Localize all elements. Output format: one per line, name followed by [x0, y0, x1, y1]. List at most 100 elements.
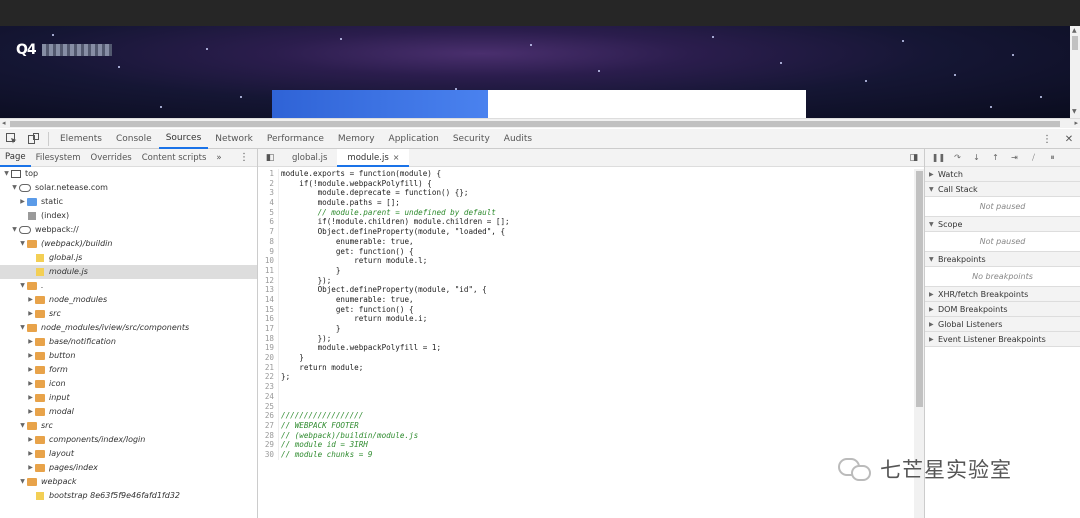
tree-item[interactable]: ▶ src: [0, 307, 257, 321]
nav-tab-overrides[interactable]: Overrides: [86, 149, 137, 167]
tree-item[interactable]: ▶ components/index/login: [0, 433, 257, 447]
pane-watch[interactable]: ▶ Watch: [925, 167, 1080, 182]
expand-down-icon[interactable]: ▼: [18, 237, 27, 251]
tree-item[interactable]: ▶ modal: [0, 405, 257, 419]
expand-right-icon[interactable]: ▶: [26, 363, 35, 377]
expand-down-icon[interactable]: ▼: [10, 181, 19, 195]
expand-right-icon[interactable]: ▶: [26, 377, 35, 391]
expand-down-icon[interactable]: ▼: [18, 419, 27, 433]
line-number[interactable]: 1: [258, 169, 278, 179]
line-number[interactable]: 10: [258, 256, 278, 266]
line-number[interactable]: 6: [258, 217, 278, 227]
line-number[interactable]: 21: [258, 363, 278, 373]
tree-item[interactable]: ▼.: [0, 279, 257, 293]
tree-item[interactable]: (index): [0, 209, 257, 223]
expand-right-icon[interactable]: ▶: [26, 405, 35, 419]
code-content[interactable]: 1 module.exports = function(module) {2 if…: [258, 169, 914, 518]
step-out-icon[interactable]: ↑: [986, 153, 1005, 162]
tree-item[interactable]: ▶ button: [0, 349, 257, 363]
tree-item[interactable]: ▶ node_modules: [0, 293, 257, 307]
line-number[interactable]: 8: [258, 237, 278, 247]
navigator-menu-icon[interactable]: ⋮: [239, 149, 249, 167]
tab-security[interactable]: Security: [446, 129, 497, 149]
line-number[interactable]: 18: [258, 334, 278, 344]
line-number[interactable]: 26: [258, 411, 278, 421]
line-number[interactable]: 27: [258, 421, 278, 431]
device-toolbar-icon[interactable]: [22, 129, 44, 149]
pause-on-exceptions-icon[interactable]: ⏸: [1043, 153, 1062, 163]
line-number[interactable]: 4: [258, 198, 278, 208]
expand-down-icon[interactable]: ▼: [929, 252, 938, 267]
expand-right-icon[interactable]: ▶: [26, 391, 35, 405]
pause-icon[interactable]: ❚❚: [929, 153, 948, 162]
line-number[interactable]: 9: [258, 247, 278, 257]
tree-item[interactable]: ▼ (webpack)/buildin: [0, 237, 257, 251]
site-logo[interactable]: Q4: [16, 42, 112, 58]
tab-console[interactable]: Console: [109, 129, 159, 149]
tab-audits[interactable]: Audits: [497, 129, 539, 149]
expand-down-icon[interactable]: ▼: [929, 217, 938, 232]
editor-tab-global-js[interactable]: global.js: [282, 149, 337, 167]
more-tabs-icon[interactable]: »: [211, 149, 226, 167]
line-number[interactable]: 29: [258, 440, 278, 450]
expand-down-icon[interactable]: ▼: [18, 279, 27, 293]
editor-tab-module-js[interactable]: module.js ×: [337, 148, 410, 167]
nav-tab-filesystem[interactable]: Filesystem: [31, 149, 86, 167]
login-tab-active[interactable]: [272, 90, 488, 118]
line-number[interactable]: 16: [258, 314, 278, 324]
tree-item[interactable]: ▼ webpack: [0, 475, 257, 489]
line-number[interactable]: 14: [258, 295, 278, 305]
tree-item[interactable]: ▼ top: [0, 167, 257, 181]
tree-item[interactable]: ▼ solar.netease.com: [0, 181, 257, 195]
line-number[interactable]: 13: [258, 285, 278, 295]
pane-xhr-fetch-breakpoints[interactable]: ▶ XHR/fetch Breakpoints: [925, 287, 1080, 302]
scroll-up-icon[interactable]: ▲: [1072, 27, 1077, 34]
scroll-left-icon[interactable]: ◂: [2, 119, 6, 127]
close-tab-icon[interactable]: ×: [393, 153, 400, 162]
pane-call-stack[interactable]: ▼ Call Stack: [925, 182, 1080, 197]
scroll-thumb[interactable]: [916, 171, 923, 407]
tab-sources[interactable]: Sources: [158, 129, 209, 149]
expand-right-icon[interactable]: ▶: [929, 332, 938, 347]
expand-down-icon[interactable]: ▼: [2, 167, 11, 181]
scroll-right-icon[interactable]: ▸: [1074, 119, 1078, 127]
tree-item[interactable]: ▶ form: [0, 363, 257, 377]
expand-right-icon[interactable]: ▶: [18, 195, 27, 209]
tree-item[interactable]: ▼ src: [0, 419, 257, 433]
line-number[interactable]: 28: [258, 431, 278, 441]
scroll-down-icon[interactable]: ▼: [1072, 108, 1077, 115]
line-number[interactable]: 5: [258, 208, 278, 218]
line-number[interactable]: 17: [258, 324, 278, 334]
line-number[interactable]: 7: [258, 227, 278, 237]
line-number[interactable]: 22: [258, 372, 278, 382]
scroll-thumb[interactable]: [10, 121, 1060, 127]
scroll-thumb[interactable]: [1072, 36, 1078, 50]
tree-item[interactable]: ▼ node_modules/iview/src/components: [0, 321, 257, 335]
tree-item[interactable]: ▶ static: [0, 195, 257, 209]
pane-global-listeners[interactable]: ▶ Global Listeners: [925, 317, 1080, 332]
tree-item[interactable]: ▶ base/notification: [0, 335, 257, 349]
page-vertical-scrollbar[interactable]: ▲ ▼: [1070, 26, 1080, 118]
tree-item[interactable]: ▼ webpack://: [0, 223, 257, 237]
step-into-icon[interactable]: ↓: [967, 153, 986, 162]
expand-down-icon[interactable]: ▼: [18, 475, 27, 489]
expand-right-icon[interactable]: ▶: [26, 461, 35, 475]
expand-right-icon[interactable]: ▶: [26, 433, 35, 447]
toggle-navigator-icon[interactable]: ◧: [258, 153, 282, 163]
expand-down-icon[interactable]: ▼: [10, 223, 19, 237]
line-number[interactable]: 19: [258, 343, 278, 353]
line-number[interactable]: 11: [258, 266, 278, 276]
expand-right-icon[interactable]: ▶: [26, 293, 35, 307]
nav-tab-page[interactable]: Page: [0, 149, 31, 167]
step-over-icon[interactable]: ↷: [948, 153, 967, 162]
deactivate-breakpoints-icon[interactable]: ⧸: [1024, 153, 1043, 163]
pane-scope[interactable]: ▼ Scope: [925, 217, 1080, 232]
line-number[interactable]: 24: [258, 392, 278, 402]
tree-item[interactable]: ▶ icon: [0, 377, 257, 391]
tree-item[interactable]: module.js: [0, 265, 257, 279]
expand-right-icon[interactable]: ▶: [26, 349, 35, 363]
more-options-icon[interactable]: ⋮: [1036, 129, 1058, 149]
line-number[interactable]: 25: [258, 402, 278, 412]
expand-right-icon[interactable]: ▶: [26, 335, 35, 349]
tree-item[interactable]: global.js: [0, 251, 257, 265]
